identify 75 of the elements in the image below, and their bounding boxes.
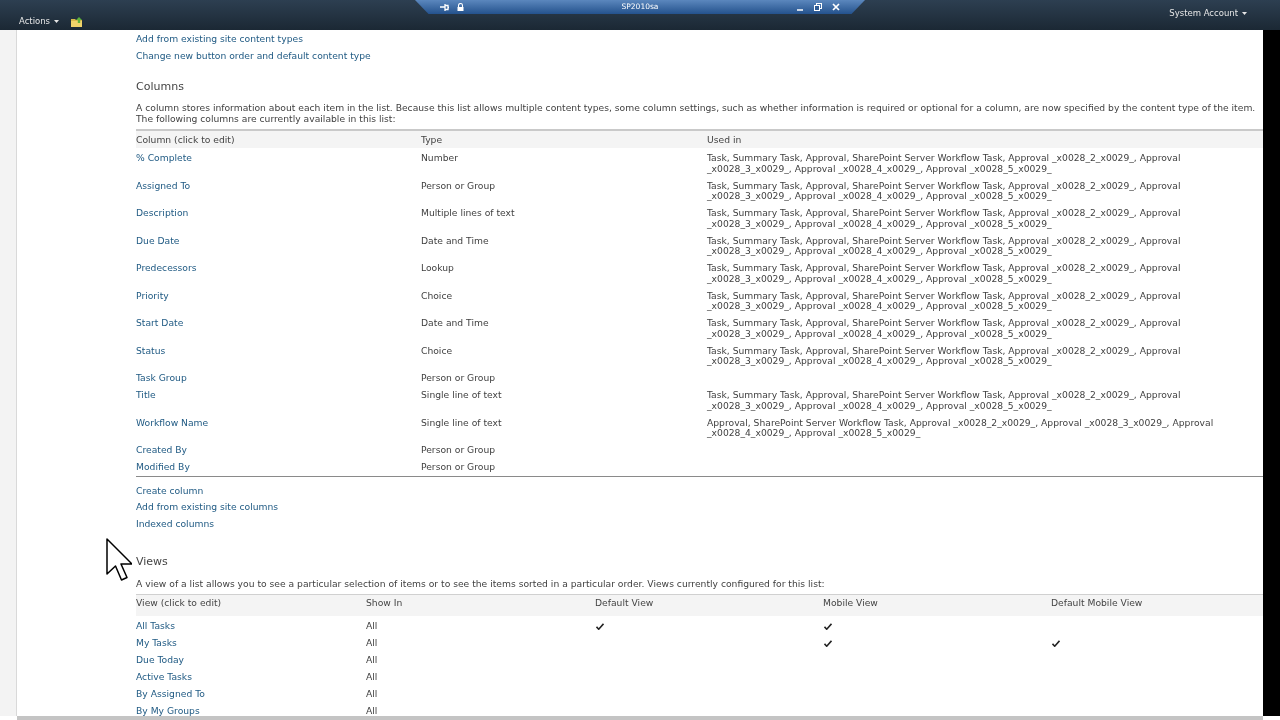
folder-icon[interactable] xyxy=(71,16,84,27)
column-name-link[interactable]: Priority xyxy=(136,289,169,301)
view-name-link[interactable]: Active Tasks xyxy=(136,670,192,682)
table-cell: Task, Summary Task, Approval, SharePoint Server Workflow Task, Approval _x0028_2_x0029_, Approval _x0028_3_x0029_, Approval _x0028_4_x0029_, Approval _x0028_5_x0029_ xyxy=(707,262,1181,284)
caret-icon xyxy=(1242,12,1247,15)
table-cell: Approval, SharePoint Server Workflow Task, Approval _x0028_2_x0029_, Approval _x0028_3_x0029_, Approval _x0028_4_x0029_, Approval _x0028_5_x0029_ xyxy=(707,416,1214,438)
settings-link[interactable]: Add from existing site content types xyxy=(136,33,303,44)
section-description: A view of a list allows you to see a particular selection of items or to see the items sorted in a particular order. Views currently configured for this list: xyxy=(136,578,826,589)
table-cell: All xyxy=(366,619,378,631)
column-header: View (click to edit) xyxy=(136,594,366,616)
table-cell: Person or Group xyxy=(421,461,496,472)
section-heading: Views xyxy=(136,555,169,569)
column-name-link[interactable]: Status xyxy=(136,344,166,356)
column-name-link[interactable]: Predecessors xyxy=(136,262,197,273)
table-cell: Task, Summary Task, Approval, SharePoint Server Workflow Task, Approval _x0028_2_x0029_, Approval _x0028_3_x0029_, Approval _x0028_4_x0029_, Approval _x0028_5_x0029_ xyxy=(707,344,1181,366)
table-cell: Task, Summary Task, Approval, SharePoint Server Workflow Task, Approval _x0028_2_x0029_, Approval _x0028_3_x0029_, Approval _x0028_4_x0029_, Approval _x0028_5_x0029_ xyxy=(707,234,1181,256)
view-name-link[interactable]: All Tasks xyxy=(136,619,175,631)
restore-icon[interactable] xyxy=(814,3,822,11)
table-cell: Single line of text xyxy=(421,389,502,400)
column-header: Mobile View xyxy=(823,594,1051,616)
settings-link[interactable]: Change new button order and default content type xyxy=(136,49,371,61)
table-cell: All xyxy=(366,670,378,682)
column-header: Show In xyxy=(366,594,595,616)
column-header: Default Mobile View xyxy=(1051,594,1263,616)
table-cell: Person or Group xyxy=(421,372,496,383)
table-cell: Person or Group xyxy=(421,444,496,455)
column-header: Used in xyxy=(707,130,1263,148)
column-name-link[interactable]: Workflow Name xyxy=(136,416,209,428)
column-header: Column (click to edit) xyxy=(136,130,421,148)
column-name-link[interactable]: Modified By xyxy=(136,461,190,472)
settings-link[interactable]: Create column xyxy=(136,484,204,496)
close-icon[interactable] xyxy=(832,3,840,11)
column-name-link[interactable]: % Complete xyxy=(136,152,192,163)
table-cell: Number xyxy=(421,152,458,163)
column-header: Type xyxy=(421,130,707,148)
table-cell: Single line of text xyxy=(421,416,502,428)
view-name-link[interactable]: Due Today xyxy=(136,653,185,665)
column-name-link[interactable]: Start Date xyxy=(136,317,184,328)
table-cell: Task, Summary Task, Approval, SharePoint Server Workflow Task, Approval _x0028_2_x0029_, Approval _x0028_3_x0029_, Approval _x0028_4_x0029_, Approval _x0028_5_x0029_ xyxy=(707,207,1181,229)
column-name-link[interactable]: Created By xyxy=(136,444,188,455)
table-cell: Task, Summary Task, Approval, SharePoint Server Workflow Task, Approval _x0028_2_x0029_, Approval _x0028_3_x0029_, Approval _x0028_4_x0029_, Approval _x0028_5_x0029_ xyxy=(707,389,1181,411)
table-cell: Task, Summary Task, Approval, SharePoint Server Workflow Task, Approval _x0028_2_x0029_, Approval _x0028_3_x0029_, Approval _x0028_4_x0029_, Approval _x0028_5_x0029_ xyxy=(707,289,1181,311)
table-cell: Task, Summary Task, Approval, SharePoint Server Workflow Task, Approval _x0028_2_x0029_, Approval _x0028_3_x0029_, Approval _x0028_4_x0029_, Approval _x0028_5_x0029_ xyxy=(707,179,1181,201)
pin-icon[interactable] xyxy=(440,3,449,11)
table-cell: Lookup xyxy=(421,262,454,273)
column-header: Default View xyxy=(595,594,823,616)
table-cell: All xyxy=(366,653,378,665)
table-cell: Multiple lines of text xyxy=(421,207,515,218)
column-name-link[interactable]: Task Group xyxy=(136,372,187,383)
lock-icon[interactable] xyxy=(457,3,464,11)
table-cell: Person or Group xyxy=(421,179,496,191)
caret-icon xyxy=(54,20,60,23)
table-cell: All xyxy=(366,704,378,716)
mouse-pointer-icon xyxy=(106,538,132,582)
section-description: A column stores information about each item in the list. Because this list allows multiple content types, some column settings, such as whether information is required or optional for a column, are now specified by the content type of the item. The following columns are currently available in this list: xyxy=(136,102,1257,124)
table-cell: Date and Time xyxy=(421,234,489,246)
table-cell: All xyxy=(366,636,378,648)
table-cell: All xyxy=(366,687,378,699)
section-heading: Columns xyxy=(136,80,185,94)
actions-menu[interactable]: Actions xyxy=(19,16,60,27)
table-cell: Date and Time xyxy=(421,317,489,328)
view-name-link[interactable]: By Assigned To xyxy=(136,687,205,699)
settings-link[interactable]: Indexed columns xyxy=(136,517,215,529)
table-cell: Choice xyxy=(421,344,453,356)
table-cell: Task, Summary Task, Approval, SharePoint Server Workflow Task, Approval _x0028_2_x0029_, Approval _x0028_3_x0029_, Approval _x0028_4_x0029_, Approval _x0028_5_x0029_ xyxy=(707,152,1181,174)
column-name-link[interactable]: Due Date xyxy=(136,234,180,246)
column-name-link[interactable]: Title xyxy=(136,389,156,400)
column-name-link[interactable]: Description xyxy=(136,207,189,218)
view-name-link[interactable]: By My Groups xyxy=(136,704,200,716)
table-cell: Choice xyxy=(421,289,453,301)
table-cell: Task, Summary Task, Approval, SharePoint Server Workflow Task, Approval _x0028_2_x0029_, Approval _x0028_3_x0029_, Approval _x0028_4_x0029_, Approval _x0028_5_x0029_ xyxy=(707,317,1181,339)
account-menu[interactable]: System Account xyxy=(1169,8,1247,19)
view-name-link[interactable]: My Tasks xyxy=(136,636,177,648)
column-name-link[interactable]: Assigned To xyxy=(136,179,191,191)
settings-link[interactable]: Add from existing site columns xyxy=(136,501,279,512)
